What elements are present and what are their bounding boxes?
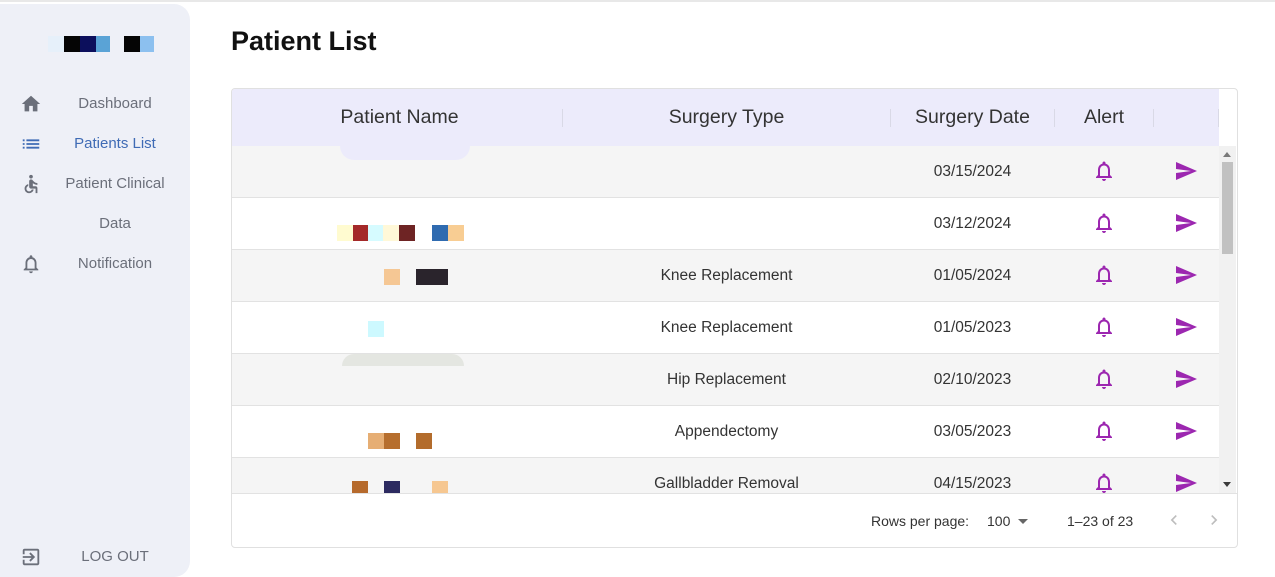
surgery-type-cell: Knee Replacement <box>660 319 793 336</box>
surgery-type-cell <box>563 198 890 249</box>
column-header-surgery-date[interactable]: Surgery Date <box>891 89 1054 146</box>
home-icon <box>21 95 41 112</box>
surgery-type-cell: Gallbladder Removal <box>654 475 799 492</box>
surgery-date-cell: 03/05/2023 <box>933 423 1012 440</box>
table-row[interactable]: 03/12/2024 <box>232 198 1219 250</box>
alert-bell-icon[interactable] <box>1092 419 1116 443</box>
pagination-footer: Rows per page: 100 1–23 of 23 <box>232 493 1237 547</box>
table-row[interactable]: 03/15/2024 <box>232 146 1219 198</box>
send-icon[interactable] <box>1174 367 1198 391</box>
vertical-scrollbar[interactable] <box>1219 146 1236 493</box>
send-icon[interactable] <box>1174 159 1198 183</box>
logout-icon <box>22 548 40 566</box>
surgery-date-cell: 01/05/2024 <box>933 267 1012 284</box>
bell-icon <box>23 255 39 274</box>
surgery-date-cell: 01/05/2023 <box>933 319 1012 336</box>
rows-per-page-label: Rows per page: <box>871 513 970 529</box>
surgery-date-cell: 04/15/2023 <box>933 475 1012 492</box>
surgery-date-cell: 03/12/2024 <box>933 215 1012 232</box>
column-header-surgery-type[interactable]: Surgery Type <box>563 89 890 146</box>
previous-page-button[interactable] <box>1164 510 1184 530</box>
chevron-down-icon[interactable] <box>1018 519 1028 524</box>
accessible-icon <box>24 174 38 194</box>
patient-name-cell[interactable] <box>232 354 562 405</box>
logo <box>48 36 154 52</box>
column-header-alert[interactable]: Alert <box>1055 89 1153 146</box>
sidebar-item-label: Patients List <box>74 135 156 152</box>
logout-label: LOG OUT <box>81 548 149 565</box>
surgery-type-cell: Appendectomy <box>674 423 779 440</box>
sidebar-item-label-line1: Patient Clinical <box>65 175 165 192</box>
list-icon <box>22 139 40 149</box>
rows-per-page-select[interactable]: 100 <box>987 513 1010 529</box>
table-row[interactable]: Appendectomy 03/05/2023 <box>232 406 1219 458</box>
sidebar-item-patient-clinical-data[interactable]: Patient Clinical Data <box>0 164 190 244</box>
surgery-date-cell: 03/15/2024 <box>933 163 1012 180</box>
alert-bell-icon[interactable] <box>1092 315 1116 339</box>
patient-name-cell[interactable] <box>232 146 562 197</box>
table-header: Patient Name Surgery Type Surgery Date A… <box>232 89 1219 146</box>
surgery-type-cell: Hip Replacement <box>667 371 786 388</box>
patient-name-cell[interactable] <box>232 198 562 249</box>
sidebar-item-notification[interactable]: Notification <box>0 244 190 284</box>
logout-button[interactable]: LOG OUT <box>0 537 190 577</box>
top-border <box>0 0 1275 2</box>
page-title: Patient List <box>231 26 377 56</box>
sidebar-item-label: Notification <box>77 255 153 272</box>
alert-bell-icon[interactable] <box>1092 211 1116 235</box>
column-header-patient-name[interactable]: Patient Name <box>232 89 567 146</box>
scroll-up-arrow[interactable] <box>1223 152 1231 157</box>
sidebar: Dashboard Patients List Patient Clinical… <box>0 4 190 577</box>
column-header-action <box>1154 89 1219 146</box>
patient-table: Patient Name Surgery Type Surgery Date A… <box>231 88 1238 548</box>
scroll-thumb[interactable] <box>1222 162 1233 254</box>
alert-bell-icon[interactable] <box>1092 367 1116 391</box>
patient-name-cell[interactable] <box>232 458 562 493</box>
table-row[interactable]: Hip Replacement 02/10/2023 <box>232 354 1219 406</box>
sidebar-item-label: Dashboard <box>78 95 152 112</box>
table-row[interactable]: Gallbladder Removal 04/15/2023 <box>232 458 1219 493</box>
send-icon[interactable] <box>1174 315 1198 339</box>
scroll-down-arrow[interactable] <box>1223 482 1231 487</box>
column-separator <box>1218 109 1219 127</box>
send-icon[interactable] <box>1174 211 1198 235</box>
alert-bell-icon[interactable] <box>1092 263 1116 287</box>
patient-name-cell[interactable] <box>232 250 562 301</box>
alert-bell-icon[interactable] <box>1092 471 1116 493</box>
send-icon[interactable] <box>1174 419 1198 443</box>
surgery-date-cell: 02/10/2023 <box>933 371 1012 388</box>
next-page-button[interactable] <box>1204 510 1224 530</box>
table-row[interactable]: Knee Replacement 01/05/2024 <box>232 250 1219 302</box>
send-icon[interactable] <box>1174 263 1198 287</box>
patient-name-cell[interactable] <box>232 302 562 353</box>
table-body: 03/15/2024 03/12/2024 Knee Replacement 0… <box>232 146 1219 493</box>
surgery-type-cell: Knee Replacement <box>660 267 793 284</box>
sidebar-item-label-line2: Data <box>99 215 131 232</box>
sidebar-item-patients-list[interactable]: Patients List <box>0 124 190 164</box>
sidebar-item-dashboard[interactable]: Dashboard <box>0 84 190 124</box>
patient-name-cell[interactable] <box>232 406 562 457</box>
table-row[interactable]: Knee Replacement 01/05/2023 <box>232 302 1219 354</box>
alert-bell-icon[interactable] <box>1092 159 1116 183</box>
surgery-type-cell <box>563 146 890 197</box>
pagination-count: 1–23 of 23 <box>1067 513 1134 529</box>
send-icon[interactable] <box>1174 471 1198 493</box>
